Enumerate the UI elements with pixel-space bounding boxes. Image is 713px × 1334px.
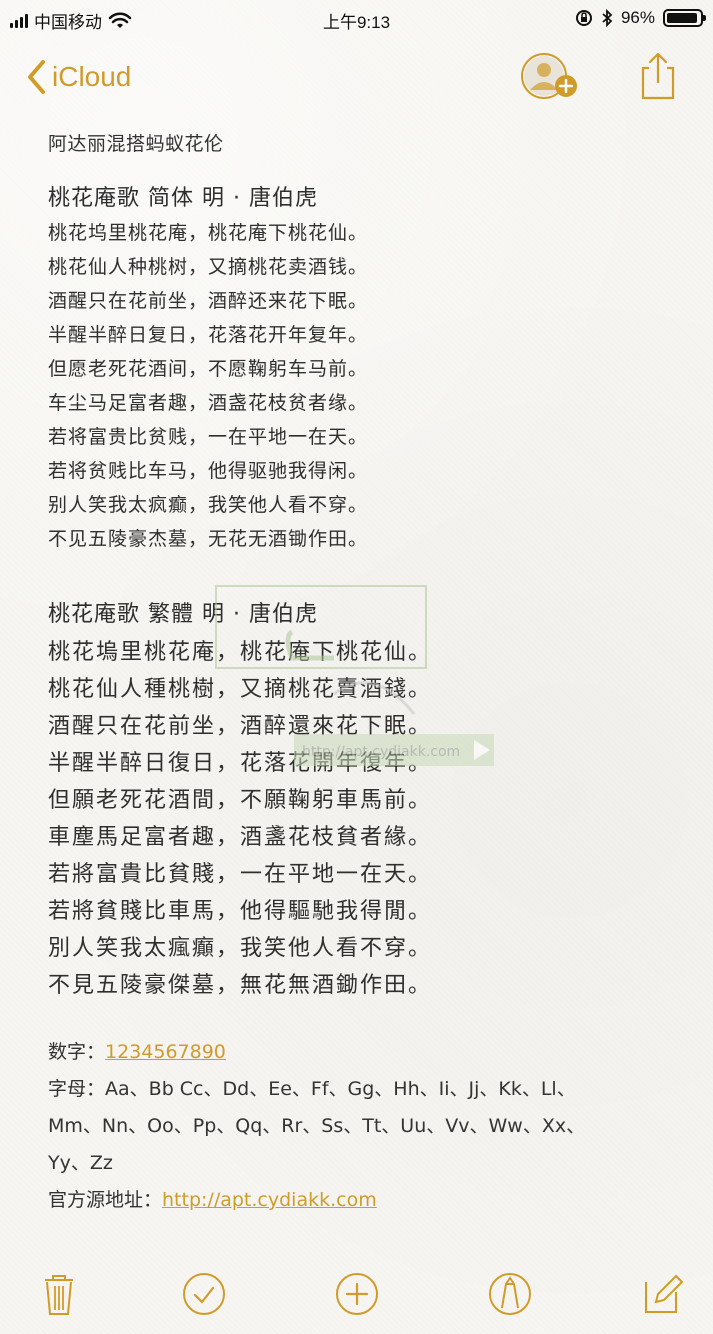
- back-button[interactable]: iCloud: [24, 58, 131, 96]
- poem-line: 桃花坞里桃花庵，桃花庵下桃花仙。: [48, 222, 369, 244]
- letters-label: 字母：: [48, 1078, 106, 1100]
- trash-icon[interactable]: [35, 1270, 83, 1318]
- poem-line: 桃花仙人种桃树，又摘桃花卖酒钱。: [48, 256, 369, 278]
- poem-line: 若將貧賤比車馬，他得驅馳我得閒。: [48, 899, 433, 924]
- battery-icon: [663, 9, 706, 27]
- poem-line: 不見五陵豪傑墓，無花無酒鋤作田。: [48, 973, 433, 998]
- compose-icon[interactable]: [638, 1270, 686, 1318]
- poem-line: 別人笑我太瘋癲，我笑他人看不穿。: [48, 936, 433, 961]
- poem-title-simplified: 桃花庵歌 简体 明 · 唐伯虎: [48, 186, 318, 211]
- digits-link[interactable]: 1234567890: [105, 1041, 226, 1063]
- status-bar: 中国移动 上午9:13 96%: [0, 0, 713, 40]
- letters-row: 字母：Aa、Bb Cc、Dd、Ee、Ff、Gg、Hh、Ii、Jj、Kk、Ll、: [48, 1071, 688, 1108]
- digits-row: 数字：1234567890: [48, 1034, 688, 1071]
- nav-bar: iCloud: [0, 48, 713, 108]
- letters-line-3: Yy、Zz: [48, 1152, 113, 1174]
- bottom-toolbar: [0, 1262, 713, 1328]
- poem-line: 但願老死花酒間，不願鞠躬車馬前。: [48, 788, 433, 813]
- source-label: 官方源地址：: [48, 1189, 163, 1211]
- note-title: 阿达丽混搭蚂蚁花伦: [48, 133, 224, 155]
- watermark-url: http://apt.cydiakk.com: [302, 744, 460, 760]
- bluetooth-icon: [602, 9, 613, 27]
- poem-line: 不见五陵豪杰墓，无花无酒锄作田。: [48, 528, 369, 550]
- add-person-icon[interactable]: [520, 50, 582, 102]
- poem-line: 但愿老死花酒间，不愿鞠躬车马前。: [48, 358, 369, 380]
- battery-percent: 96%: [620, 8, 655, 27]
- watermark-logo: http://apt.cydiakk.com: [214, 584, 498, 774]
- source-row: 官方源地址：http://apt.cydiakk.com: [48, 1182, 688, 1219]
- poem-line: 酒醒只在花前坐，酒醉还来花下眠。: [48, 290, 369, 312]
- meta-section: 数字：1234567890 字母：Aa、Bb Cc、Dd、Ee、Ff、Gg、Hh…: [48, 1034, 688, 1219]
- markup-pen-icon[interactable]: [486, 1270, 534, 1318]
- letters-line-2: Mm、Nn、Oo、Pp、Qq、Rr、Ss、Tt、Uu、Vv、Ww、Xx、: [48, 1115, 586, 1137]
- poem-line: 半醒半醉日复日，花落花开年复年。: [48, 324, 369, 346]
- share-icon[interactable]: [637, 50, 679, 102]
- poem-simplified: 桃花庵歌 简体 明 · 唐伯虎 桃花坞里桃花庵，桃花庵下桃花仙。 桃花仙人种桃树…: [48, 182, 688, 556]
- orientation-lock-icon: [575, 10, 592, 26]
- poem-line: 若将贫贱比车马，他得驱驰我得闲。: [48, 460, 369, 482]
- chevron-left-icon: [28, 60, 45, 94]
- letters-line-1: Aa、Bb Cc、Dd、Ee、Ff、Gg、Hh、Ii、Jj、Kk、Ll、: [105, 1078, 576, 1100]
- checkmark-icon[interactable]: [180, 1270, 228, 1318]
- back-label: iCloud: [52, 61, 132, 92]
- poem-line: 车尘马足富者趣，酒盏花枝贫者缘。: [48, 392, 369, 414]
- poem-line: 别人笑我太疯癫，我笑他人看不穿。: [48, 494, 369, 516]
- status-right: 96%: [575, 8, 706, 28]
- poem-line: 若將富貴比貧賤，一在平地一在天。: [48, 862, 433, 887]
- source-link[interactable]: http://apt.cydiakk.com: [162, 1189, 377, 1211]
- poem-line: 若将富贵比贫贱，一在平地一在天。: [48, 426, 369, 448]
- digits-label: 数字：: [48, 1041, 106, 1063]
- poem-line: 車塵馬足富者趣，酒盞花枝貧者緣。: [48, 825, 433, 850]
- plus-icon[interactable]: [333, 1270, 381, 1318]
